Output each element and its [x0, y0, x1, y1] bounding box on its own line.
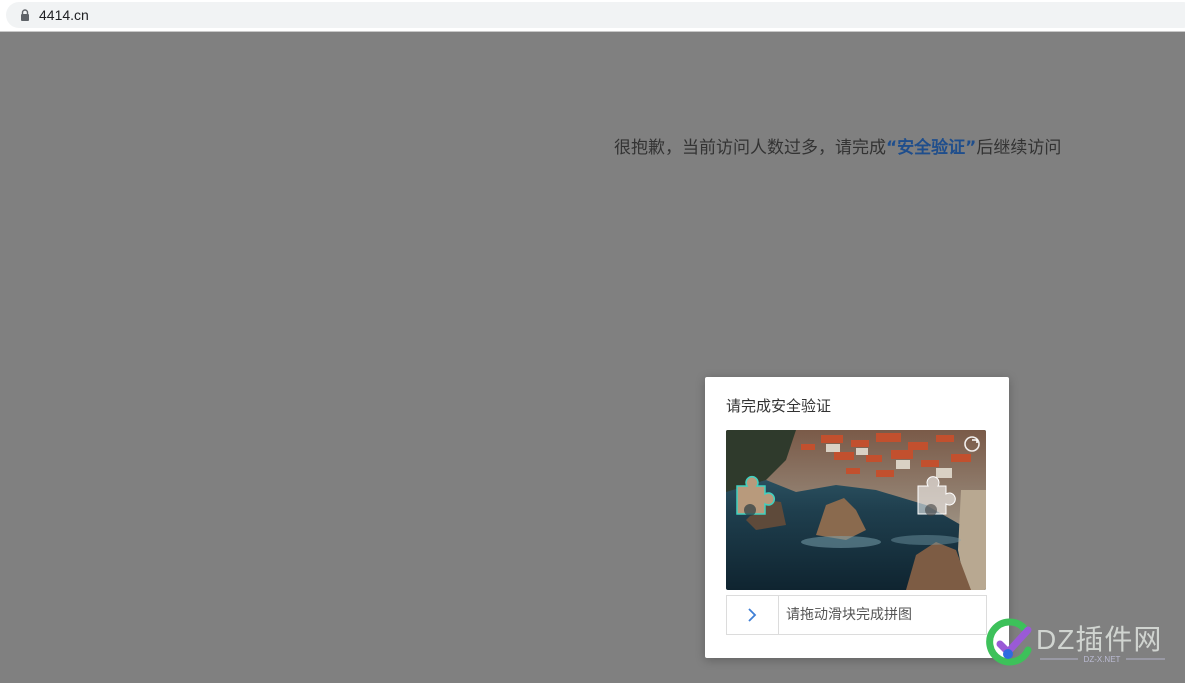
captcha-dialog: 请完成安全验证 请拖动滑块完成拼图 [705, 377, 1009, 658]
url-field[interactable]: 4414.cn [6, 2, 1185, 28]
notice-highlight: “安全验证” [886, 138, 977, 158]
watermark-sub: DZ-X.NET [1040, 655, 1165, 664]
notice-suffix: 后继续访问 [976, 138, 1062, 158]
slider-hint: 请拖动滑块完成拼图 [786, 607, 912, 623]
puzzle-piece[interactable] [733, 474, 777, 518]
watermark: DZ插件网 DZ-X.NET [984, 616, 1184, 672]
url-text[interactable]: 4414.cn [39, 6, 89, 24]
dz-logo-icon [986, 618, 1032, 666]
watermark-sub-text: DZ-X.NET [1084, 655, 1121, 664]
captcha-title: 请完成安全验证 [726, 397, 832, 415]
browser-address-bar: 4414.cn [0, 0, 1185, 32]
notice-prefix: 很抱歉，当前访问人数过多，请完成 [614, 138, 886, 158]
slider-handle[interactable] [727, 596, 779, 634]
lock-icon[interactable] [18, 8, 32, 22]
watermark-brand: DZ插件网 [1036, 624, 1163, 655]
verification-notice: 很抱歉，当前访问人数过多，请完成“安全验证”后继续访问 [614, 136, 1061, 160]
refresh-icon[interactable] [962, 434, 982, 454]
chevron-right-icon [748, 608, 757, 622]
puzzle-image [726, 430, 986, 590]
puzzle-gap [917, 476, 956, 516]
slider-track[interactable]: 请拖动滑块完成拼图 [726, 595, 987, 635]
